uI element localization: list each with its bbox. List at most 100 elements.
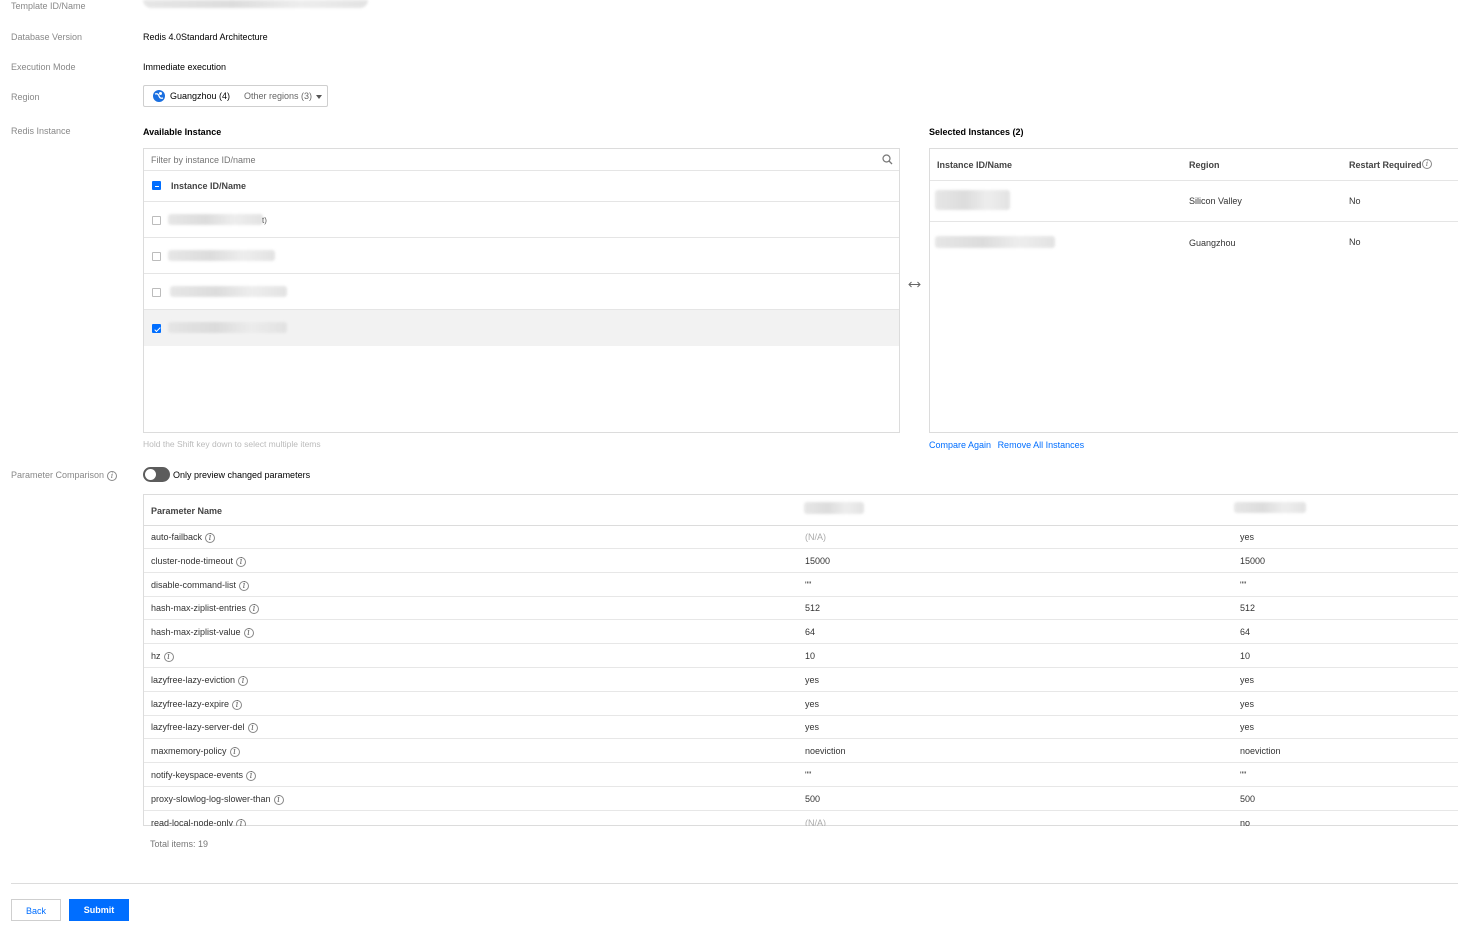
param-value-instance-1: (N/A) bbox=[805, 532, 826, 542]
param-name-text: disable-command-list bbox=[151, 580, 237, 590]
selected-header-row: Instance ID/Name Region Restart Required… bbox=[930, 149, 1458, 181]
param-value-instance-2: 15000 bbox=[1240, 556, 1266, 566]
checkbox-icon[interactable] bbox=[152, 252, 161, 261]
region-primary[interactable]: Guangzhou (4) bbox=[170, 91, 230, 101]
info-icon[interactable]: i bbox=[205, 532, 216, 543]
remove-all-link[interactable]: Remove All Instances bbox=[998, 440, 1085, 450]
region-other[interactable]: Other regions (3) bbox=[244, 91, 312, 101]
param-name-text: proxy-slowlog-log-slower-than bbox=[151, 794, 271, 804]
list-item[interactable]: t) bbox=[144, 202, 899, 238]
compare-again-link[interactable]: Compare Again bbox=[929, 440, 991, 450]
table-row: notify-keyspace-events i "" "" bbox=[144, 763, 1458, 787]
selected-list-panel: Instance ID/Name Region Restart Required… bbox=[929, 148, 1458, 433]
db-version-value: Redis 4.0Standard Architecture bbox=[143, 32, 268, 42]
info-icon[interactable]: i bbox=[1422, 159, 1432, 169]
param-value-instance-2: 512 bbox=[1240, 603, 1256, 613]
param-name: hash-max-ziplist-value i bbox=[151, 627, 254, 638]
param-compare-label-text: Parameter Comparison bbox=[11, 470, 105, 480]
param-name-text: lazyfree-lazy-eviction bbox=[151, 675, 236, 685]
param-value-instance-1: yes bbox=[805, 722, 820, 732]
info-icon[interactable]: i bbox=[239, 580, 250, 591]
region-label: Region bbox=[11, 92, 40, 102]
info-icon[interactable]: i bbox=[107, 470, 118, 481]
table-row: Guangzhou No bbox=[930, 222, 1458, 263]
param-value-instance-1: yes bbox=[805, 675, 820, 685]
available-list-panel: Instance ID/Name t) bbox=[143, 148, 900, 433]
list-item[interactable] bbox=[144, 310, 899, 346]
info-icon[interactable]: i bbox=[249, 603, 260, 614]
param-value-instance-1: "" bbox=[805, 580, 812, 590]
instance-id-redacted bbox=[168, 250, 275, 261]
param-name: hash-max-ziplist-entries i bbox=[151, 603, 260, 614]
comparison-col-param: Parameter Name bbox=[151, 506, 223, 516]
instance-suffix: t) bbox=[262, 216, 267, 225]
preview-changed-label: Only preview changed parameters bbox=[173, 470, 311, 480]
info-icon[interactable]: i bbox=[163, 651, 174, 662]
selected-restart: No bbox=[1349, 237, 1361, 247]
globe-icon bbox=[153, 90, 165, 102]
info-icon[interactable]: i bbox=[247, 722, 258, 733]
info-icon[interactable]: i bbox=[236, 818, 247, 826]
param-value-instance-2: "" bbox=[1240, 770, 1247, 780]
param-name-text: lazyfree-lazy-server-del bbox=[151, 722, 245, 732]
list-item[interactable] bbox=[144, 238, 899, 274]
multi-select-hint: Hold the Shift key down to select multip… bbox=[143, 439, 321, 449]
param-name-text: notify-keyspace-events bbox=[151, 770, 244, 780]
param-name-text: cluster-node-timeout bbox=[151, 556, 234, 566]
param-name: notify-keyspace-events i bbox=[151, 770, 257, 781]
param-value-instance-2: 10 bbox=[1240, 651, 1251, 661]
available-column-header: Instance ID/Name bbox=[171, 181, 247, 191]
param-name: lazyfree-lazy-eviction i bbox=[151, 675, 249, 686]
table-row: Silicon Valley No bbox=[930, 181, 1458, 222]
info-icon[interactable]: i bbox=[273, 794, 284, 805]
region-selector[interactable]: Guangzhou (4) Other regions (3) bbox=[143, 85, 328, 107]
info-icon[interactable]: i bbox=[238, 675, 249, 686]
info-icon[interactable]: i bbox=[232, 699, 243, 710]
back-button[interactable]: Back bbox=[11, 899, 61, 921]
preview-changed-toggle[interactable] bbox=[143, 467, 170, 482]
available-header-row: Instance ID/Name bbox=[144, 171, 899, 202]
param-name: disable-command-list i bbox=[151, 580, 250, 591]
selected-col-region: Region bbox=[1189, 160, 1220, 170]
redis-instance-label: Redis Instance bbox=[11, 126, 71, 136]
info-icon[interactable]: i bbox=[236, 556, 247, 567]
table-row: lazyfree-lazy-server-del i yes yes bbox=[144, 715, 1458, 739]
instance-id-redacted bbox=[170, 286, 287, 297]
selected-region: Guangzhou bbox=[1189, 238, 1236, 248]
caret-down-icon[interactable] bbox=[316, 95, 322, 99]
available-title: Available Instance bbox=[143, 127, 222, 137]
param-name-text: hash-max-ziplist-value bbox=[151, 627, 241, 637]
info-icon[interactable]: i bbox=[229, 746, 240, 757]
selected-col-id: Instance ID/Name bbox=[937, 160, 1013, 170]
template-value-redacted bbox=[143, 0, 368, 8]
instance-id-redacted bbox=[935, 236, 1055, 248]
checkbox-checked-icon[interactable] bbox=[152, 324, 161, 333]
table-row: hash-max-ziplist-entries i 512 512 bbox=[144, 596, 1458, 620]
param-name-text: lazyfree-lazy-expire bbox=[151, 699, 230, 709]
table-row: maxmemory-policy i noeviction noeviction bbox=[144, 739, 1458, 763]
submit-button[interactable]: Submit bbox=[69, 899, 129, 921]
table-row: auto-failback i (N/A) yes bbox=[144, 525, 1458, 549]
param-name: lazyfree-lazy-expire i bbox=[151, 699, 243, 710]
selected-restart: No bbox=[1349, 196, 1361, 206]
filter-input[interactable] bbox=[144, 149, 899, 171]
info-icon[interactable]: i bbox=[243, 627, 254, 638]
select-all-checkbox-icon[interactable] bbox=[152, 181, 161, 190]
param-name-text: auto-failback bbox=[151, 532, 203, 542]
param-name-text: hz bbox=[151, 651, 161, 661]
table-row: lazyfree-lazy-eviction i yes yes bbox=[144, 668, 1458, 692]
info-icon[interactable]: i bbox=[246, 770, 257, 781]
param-value-instance-2: "" bbox=[1240, 580, 1247, 590]
search-icon[interactable] bbox=[882, 154, 893, 167]
list-item[interactable] bbox=[144, 274, 899, 310]
total-value: 19 bbox=[198, 839, 209, 849]
param-value-instance-2: noeviction bbox=[1240, 746, 1281, 756]
checkbox-icon[interactable] bbox=[152, 216, 161, 225]
table-row: cluster-node-timeout i 15000 15000 bbox=[144, 549, 1458, 573]
param-value-instance-1: noeviction bbox=[805, 746, 846, 756]
param-name: hz i bbox=[151, 651, 174, 662]
table-row: disable-command-list i "" "" bbox=[144, 573, 1458, 597]
table-row: hz i 10 10 bbox=[144, 644, 1458, 668]
selected-actions: Compare Again Remove All Instances bbox=[929, 440, 1084, 450]
checkbox-icon[interactable] bbox=[152, 288, 161, 297]
